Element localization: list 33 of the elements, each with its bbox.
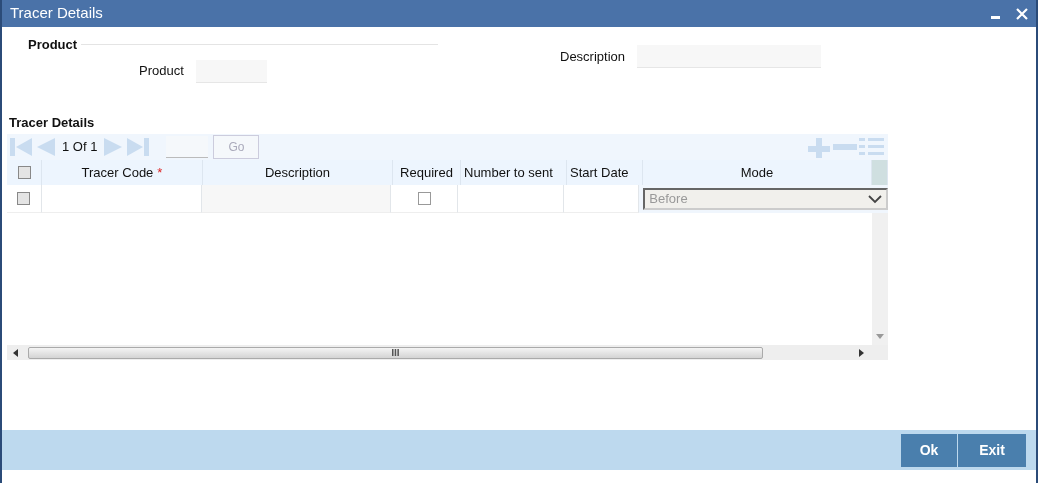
- page-indicator: 1 Of 1: [62, 138, 98, 157]
- tracer-code-input[interactable]: [41, 185, 202, 213]
- grip-icon: [392, 349, 399, 356]
- scrollbar-corner: [872, 160, 888, 185]
- field-label: Product: [139, 62, 184, 81]
- scroll-down-icon[interactable]: [876, 334, 884, 339]
- start-date-input[interactable]: [563, 185, 640, 213]
- close-icon[interactable]: [1016, 7, 1028, 20]
- chevron-down-icon: [868, 194, 882, 204]
- last-page-icon[interactable]: [126, 137, 151, 157]
- footer-button[interactable]: Ok: [901, 433, 957, 467]
- select-all-checkbox[interactable]: [17, 166, 31, 179]
- first-page-icon[interactable]: [9, 137, 33, 157]
- section-title: Tracer Details: [9, 113, 96, 132]
- field-label: Description: [560, 47, 626, 66]
- number-input[interactable]: [458, 185, 564, 213]
- mode-select[interactable]: Before: [643, 188, 888, 210]
- next-page-icon[interactable]: [103, 137, 124, 157]
- row-checkbox[interactable]: [17, 192, 31, 205]
- required-checkbox[interactable]: [417, 192, 431, 205]
- scroll-left-icon[interactable]: [13, 348, 18, 357]
- footer-button[interactable]: Exit: [958, 433, 1026, 467]
- product-field[interactable]: [195, 59, 267, 83]
- previous-page-icon[interactable]: [36, 137, 56, 157]
- column-header: Start Date: [567, 160, 643, 185]
- page-input[interactable]: [166, 136, 209, 158]
- description-field[interactable]: [637, 45, 822, 68]
- add-icon[interactable]: [806, 136, 832, 158]
- section-legend: Product: [28, 35, 78, 55]
- description-input[interactable]: [201, 185, 391, 213]
- window-title: Tracer Details: [10, 3, 104, 24]
- scroll-right-icon[interactable]: [859, 348, 864, 357]
- vertical-scrollbar[interactable]: [872, 213, 888, 345]
